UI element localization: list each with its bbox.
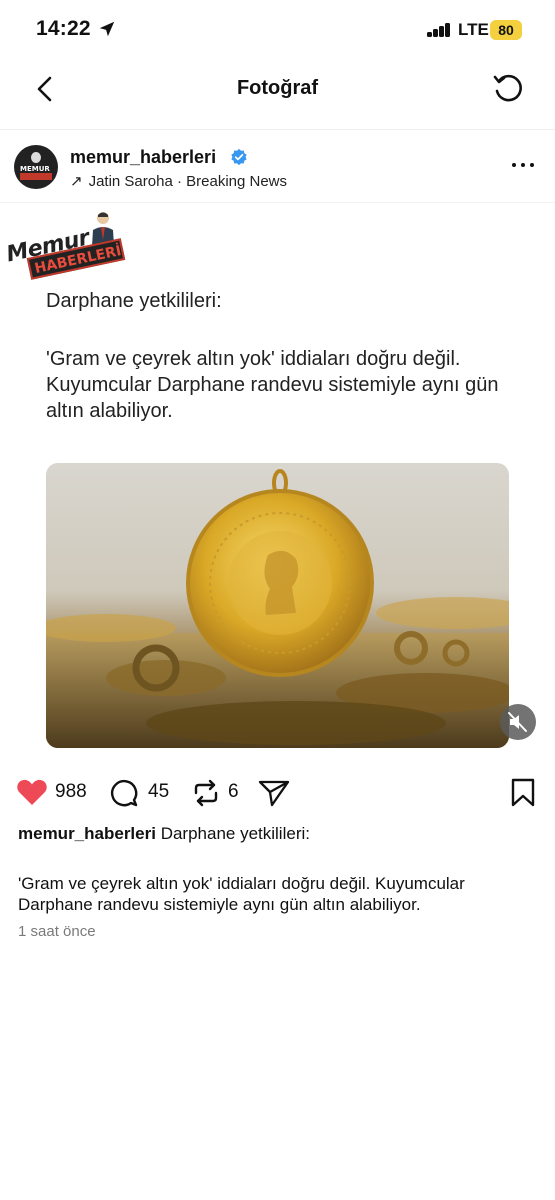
gold-coin-photo: [46, 469, 509, 748]
location-arrow-icon: [99, 21, 115, 37]
brand-logo: Memur HABERLERİ: [4, 206, 128, 288]
caption-body: 'Gram ve çeyrek altın yok' iddiaları doğ…: [18, 874, 465, 914]
battery-icon: 80: [490, 20, 522, 40]
heart-icon[interactable]: [16, 778, 48, 806]
send-icon[interactable]: [258, 778, 290, 808]
status-time: 14:22: [36, 17, 91, 40]
post-image[interactable]: [46, 463, 509, 748]
comments-count[interactable]: 45: [148, 781, 169, 803]
speaker-muted-icon: [508, 712, 527, 732]
action-bar: 988 45 6: [0, 770, 555, 814]
nav-bar: Fotoğraf: [0, 60, 555, 130]
page-title: Fotoğraf: [236, 77, 319, 99]
repost-attribution[interactable]: ↗ Jatin Saroha · Breaking News: [70, 172, 287, 190]
caption: memur_haberleri Darphane yetkilileri:: [18, 823, 538, 845]
repost-icon[interactable]: [191, 778, 221, 808]
status-bar: 14:22 LTE 80: [0, 0, 555, 60]
more-options-icon[interactable]: [510, 151, 538, 179]
post-header: MEMUR memur_haberleri ↗ Jatin Saroha · Br…: [0, 131, 555, 203]
mute-button[interactable]: [500, 704, 536, 740]
post-username[interactable]: memur_haberleri: [70, 147, 216, 168]
refresh-icon[interactable]: [490, 71, 526, 107]
comment-icon[interactable]: [109, 778, 139, 808]
bookmark-icon[interactable]: [510, 778, 536, 808]
likes-count[interactable]: 988: [55, 781, 87, 803]
card-body: 'Gram ve çeyrek altın yok' iddiaları doğ…: [46, 348, 499, 422]
reposts-count[interactable]: 6: [228, 781, 239, 803]
card-headline: Darphane yetkilileri:: [46, 290, 222, 312]
arrow-up-right-icon: ↗: [70, 173, 83, 190]
verified-badge-icon: [231, 148, 247, 166]
avatar[interactable]: MEMUR: [14, 145, 58, 189]
post-timestamp: 1 saat önce: [18, 923, 96, 940]
signal-icon: [427, 22, 451, 37]
caption-lead: Darphane yetkilileri:: [160, 824, 310, 843]
repost-label: Jatin Saroha · Breaking News: [88, 173, 288, 190]
caption-username[interactable]: memur_haberleri: [18, 824, 156, 843]
network-label: LTE: [458, 20, 489, 39]
